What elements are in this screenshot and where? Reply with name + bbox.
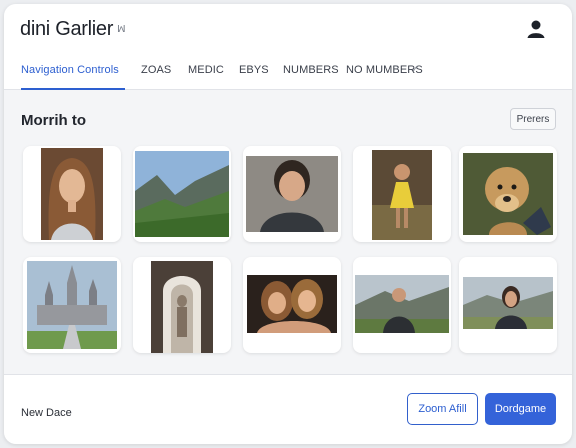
two-women-photo-icon [247, 275, 337, 333]
dog-photo-icon [463, 153, 553, 235]
gallery-item-archway-statue[interactable] [133, 257, 231, 353]
mountain-valley-photo-icon [135, 151, 229, 237]
app-title: dini Garlier [20, 18, 114, 40]
gallery-item-man-landscape[interactable] [353, 257, 451, 353]
tab-navigation-controls[interactable]: Navigation Controls [21, 64, 125, 90]
portrait-woman-photo-icon [41, 148, 103, 240]
tab-numbers[interactable]: NUMBERS [283, 64, 339, 90]
gallery-item-portrait-man[interactable] [243, 146, 341, 242]
title-mark-icon: ꟽ [117, 24, 126, 35]
woman-landscape-photo-icon [463, 277, 553, 329]
zoom-afill-button[interactable]: Zoom Afill [407, 393, 478, 425]
check-icon: ✓ [411, 64, 420, 75]
tab-ebys[interactable]: EBYS [239, 64, 269, 90]
preview-button[interactable]: Prerers [510, 108, 556, 130]
tab-bar: Navigation Controls ZOAS MEDIC EBYS NUMB… [4, 60, 572, 90]
gallery-item-portrait-woman[interactable] [23, 146, 121, 242]
gallery-item-woman-landscape[interactable] [459, 257, 557, 353]
gallery-item-cathedral[interactable] [23, 257, 121, 353]
app-header: dini Garlier ꟽ Navigation Controls ZOAS … [4, 4, 572, 90]
gallery-item-two-women[interactable] [243, 257, 341, 353]
child-yellow-dress-photo-icon [372, 150, 432, 240]
cathedral-photo-icon [27, 261, 117, 349]
tab-medic[interactable]: MEDIC [188, 64, 224, 90]
section-title: Morrih to [21, 112, 86, 129]
gallery-item-mountain-valley[interactable] [133, 146, 231, 242]
gallery-item-dog[interactable] [459, 146, 557, 242]
app-window: dini Garlier ꟽ Navigation Controls ZOAS … [4, 4, 572, 444]
dordgame-button[interactable]: Dordgame [485, 393, 556, 425]
man-landscape-photo-icon [355, 275, 449, 333]
archway-statue-photo-icon [151, 261, 213, 353]
tab-zoas[interactable]: ZOAS [141, 64, 171, 90]
user-account-icon[interactable] [525, 18, 547, 40]
portrait-man-photo-icon [246, 156, 338, 232]
footer-bar: New Dace Zoom Afill Dordgame [4, 374, 572, 444]
footer-label: New Dace [21, 407, 72, 419]
gallery-item-child-yellow-dress[interactable] [353, 146, 451, 242]
